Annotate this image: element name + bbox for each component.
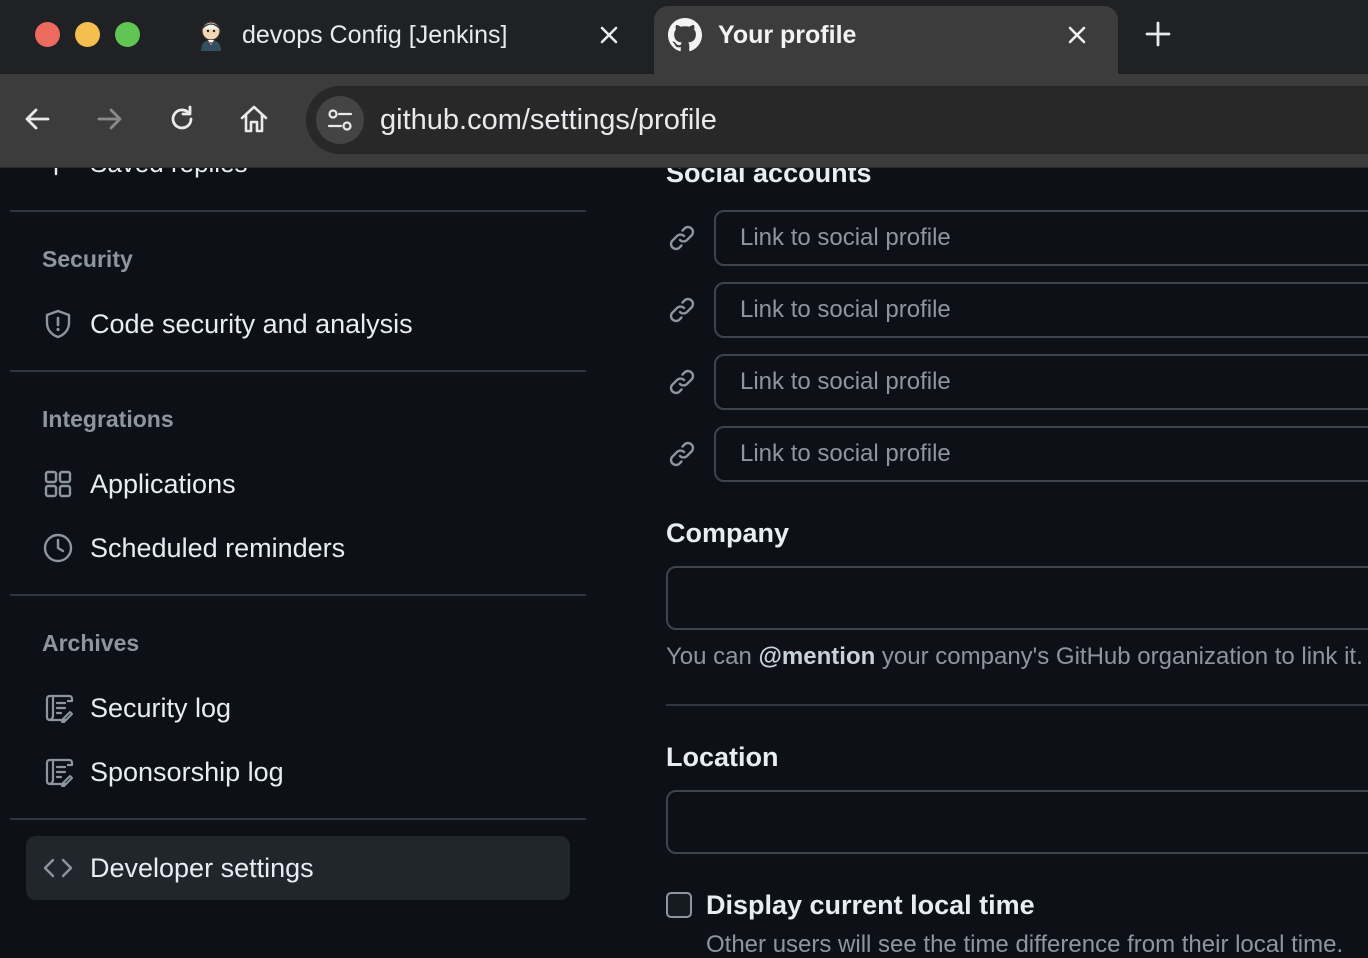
social-link-row	[666, 354, 1368, 410]
settings-sidebar: Saved replies Security Code security and…	[10, 168, 586, 958]
company-heading: Company	[666, 518, 790, 548]
sidebar-item-label: Developer settings	[90, 853, 314, 883]
tab-title: devops Config [Jenkins]	[242, 21, 508, 49]
browser-tab-jenkins[interactable]: devops Config [Jenkins]	[170, 6, 650, 74]
company-input[interactable]	[666, 566, 1368, 630]
close-icon[interactable]	[596, 22, 622, 48]
sidebar-item-label: Scheduled reminders	[90, 533, 346, 563]
sidebar-item-label: Security log	[90, 693, 232, 723]
shield-icon	[45, 309, 71, 339]
social-link-row	[666, 282, 1368, 338]
company-hint: You can @mention your company's GitHub o…	[666, 642, 1363, 672]
forward-arrow-icon[interactable]	[91, 101, 127, 137]
company-hint-prefix: You can	[666, 643, 759, 670]
social-link-row	[666, 426, 1368, 482]
back-arrow-icon[interactable]	[20, 101, 56, 137]
sidebar-item-saved-replies[interactable]: Saved replies	[90, 168, 248, 178]
link-icon	[669, 441, 695, 467]
sidebar-item-developer-settings[interactable]: Developer settings	[26, 836, 570, 900]
window-close-button[interactable]	[35, 22, 60, 47]
code-icon	[43, 858, 73, 878]
sidebar-item-label: Applications	[90, 469, 236, 499]
log-icon	[45, 758, 74, 787]
profile-form: Social accounts Company You can @mention…	[666, 168, 1368, 958]
sidebar-item-code-security[interactable]: Code security and analysis	[26, 296, 570, 352]
sidebar-item-security-log[interactable]: Security log	[26, 680, 570, 736]
site-info-button[interactable]	[316, 96, 364, 144]
sidebar-heading-security: Security	[42, 246, 133, 272]
social-link-input-4[interactable]	[714, 426, 1368, 482]
link-icon	[669, 369, 695, 395]
tab-title: Your profile	[718, 21, 857, 49]
social-link-input-1[interactable]	[714, 210, 1368, 266]
jenkins-icon	[201, 21, 221, 51]
link-icon	[669, 225, 695, 251]
reply-icon	[54, 168, 58, 176]
sidebar-divider	[10, 370, 586, 372]
social-accounts-heading: Social accounts	[666, 168, 872, 188]
social-link-input-3[interactable]	[714, 354, 1368, 410]
sidebar-divider	[10, 818, 586, 820]
sidebar-item-label: Code security and analysis	[90, 309, 413, 339]
location-heading: Location	[666, 742, 779, 772]
sidebar-item-label: Sponsorship log	[90, 757, 284, 787]
apps-grid-icon	[44, 470, 72, 498]
display-local-time-label[interactable]: Display current local time	[706, 888, 1035, 922]
location-input[interactable]	[666, 790, 1368, 854]
section-divider	[666, 704, 1368, 706]
address-bar[interactable]: github.com/settings/profile	[306, 86, 1368, 154]
social-link-row	[666, 210, 1368, 266]
url-text[interactable]: github.com/settings/profile	[380, 102, 717, 138]
home-icon[interactable]	[236, 101, 272, 137]
window-minimize-button[interactable]	[75, 22, 100, 47]
sidebar-heading-integrations: Integrations	[42, 406, 174, 432]
sidebar-divider	[10, 594, 586, 596]
sidebar-heading-archives: Archives	[42, 630, 140, 656]
clock-icon	[43, 533, 73, 563]
sidebar-item-scheduled-reminders[interactable]: Scheduled reminders	[26, 520, 570, 576]
window-zoom-button[interactable]	[115, 22, 140, 47]
social-link-input-2[interactable]	[714, 282, 1368, 338]
close-icon[interactable]	[1064, 22, 1090, 48]
browser-toolbar: github.com/settings/profile	[0, 74, 1368, 168]
sidebar-item-applications[interactable]: Applications	[26, 456, 570, 512]
github-icon	[668, 18, 702, 52]
sidebar-divider	[10, 210, 586, 212]
reload-icon[interactable]	[164, 101, 200, 137]
tune-settings-icon	[327, 109, 353, 131]
new-tab-plus-icon[interactable]	[1142, 18, 1174, 50]
browser-tab-strip: devops Config [Jenkins] Your profile	[0, 0, 1368, 74]
browser-tab-your-profile[interactable]: Your profile	[654, 6, 1118, 74]
display-local-time-hint: Other users will see the time difference…	[706, 931, 1344, 958]
company-hint-mention: @mention	[758, 643, 876, 670]
sidebar-item-sponsorship-log[interactable]: Sponsorship log	[26, 744, 570, 800]
link-icon	[669, 297, 695, 323]
company-hint-suffix: your company's GitHub organization to li…	[875, 643, 1363, 670]
display-local-time-checkbox[interactable]	[666, 892, 692, 918]
log-icon	[45, 694, 74, 723]
